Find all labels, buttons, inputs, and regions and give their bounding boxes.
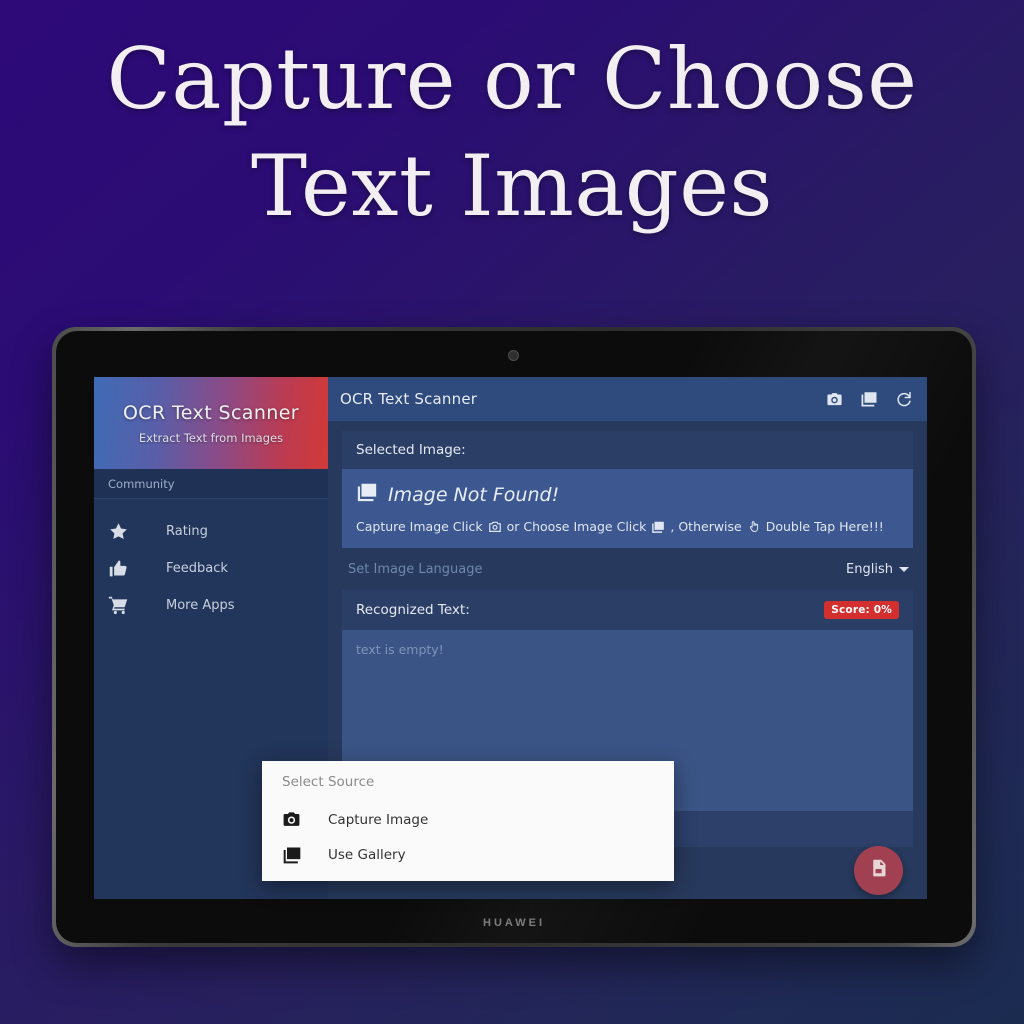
dialog-item-capture-image[interactable]: Capture Image (262, 802, 674, 837)
promo-headline: Capture or Choose Text Images (0, 26, 1024, 239)
language-row: Set Image Language English (342, 548, 913, 590)
image-preview-area[interactable]: Image Not Found! Capture Image Click or … (342, 469, 913, 548)
language-value: English (846, 562, 893, 577)
dialog-title: Select Source (282, 774, 375, 790)
sidebar-item-label: Rating (166, 524, 208, 539)
select-source-dialog: Select Source Capture Image Use Gallery (262, 761, 674, 881)
hint-text-4: Double Tap Here!!! (765, 519, 884, 534)
promo-headline-line-2: Text Images (250, 136, 774, 235)
hint-text-1: Capture Image Click (356, 519, 483, 534)
recognized-text-heading: Recognized Text: (356, 602, 470, 618)
dialog-item-label: Capture Image (328, 811, 429, 828)
hint-text-2: or Choose Image Click (506, 519, 647, 534)
copy-text-fab-button[interactable] (854, 846, 903, 895)
shopping-cart-icon (108, 595, 142, 616)
gallery-icon (282, 845, 328, 865)
copy-document-icon (868, 858, 889, 883)
tablet-bezel: HUAWEI OCR Text Scanner Extract Text fro… (56, 331, 972, 943)
language-select[interactable]: English (846, 562, 909, 577)
dialog-item-label: Use Gallery (328, 846, 406, 863)
camera-icon (282, 810, 328, 829)
promo-headline-line-1: Capture or Choose (106, 30, 918, 128)
chevron-down-icon (899, 567, 909, 572)
gallery-icon (651, 520, 665, 534)
app-bar-title: OCR Text Scanner (340, 390, 478, 408)
broken-image-icon (356, 481, 378, 508)
sidebar-item-more-apps[interactable]: More Apps (94, 587, 328, 624)
drawer-menu-list: Rating Feedback More Apps (94, 499, 328, 624)
recognized-text-placeholder: text is empty! (356, 642, 444, 657)
image-hint-row: Capture Image Click or Choose Image Clic… (356, 519, 899, 534)
recognized-text-header: Recognized Text: Score: 0% (342, 590, 913, 630)
drawer-app-title: OCR Text Scanner (122, 401, 300, 424)
gallery-icon[interactable] (860, 390, 878, 408)
sidebar-item-label: Feedback (166, 561, 228, 576)
camera-icon (488, 520, 502, 534)
thumbs-up-icon (108, 558, 142, 579)
star-icon (108, 521, 142, 542)
hint-text-3: , Otherwise (670, 519, 742, 534)
front-camera-icon (508, 350, 519, 361)
selected-image-heading: Selected Image: (356, 442, 466, 458)
image-not-found-text: Image Not Found! (388, 483, 560, 506)
recognized-text-card: Recognized Text: Score: 0% (342, 590, 913, 630)
drawer-header: OCR Text Scanner Extract Text from Image… (94, 377, 328, 469)
sidebar-item-feedback[interactable]: Feedback (94, 550, 328, 587)
selected-image-card: Selected Image: (342, 431, 913, 469)
app-bar-actions (826, 390, 913, 408)
camera-icon[interactable] (826, 391, 843, 408)
status-badge: Score: 0% (824, 601, 899, 619)
dialog-item-use-gallery[interactable]: Use Gallery (262, 837, 674, 872)
drawer-app-subtitle: Extract Text from Images (138, 430, 284, 445)
image-not-found-row: Image Not Found! (356, 481, 899, 508)
sidebar-item-rating[interactable]: Rating (94, 513, 328, 550)
sidebar-item-label: More Apps (166, 598, 235, 613)
app-bar: OCR Text Scanner (328, 377, 927, 421)
drawer-section-label: Community (94, 469, 328, 499)
refresh-icon[interactable] (895, 390, 913, 408)
device-brand-label: HUAWEI (483, 917, 545, 929)
tap-hand-icon (747, 519, 761, 534)
tablet-device: HUAWEI OCR Text Scanner Extract Text fro… (52, 327, 976, 947)
language-label: Set Image Language (348, 562, 483, 577)
